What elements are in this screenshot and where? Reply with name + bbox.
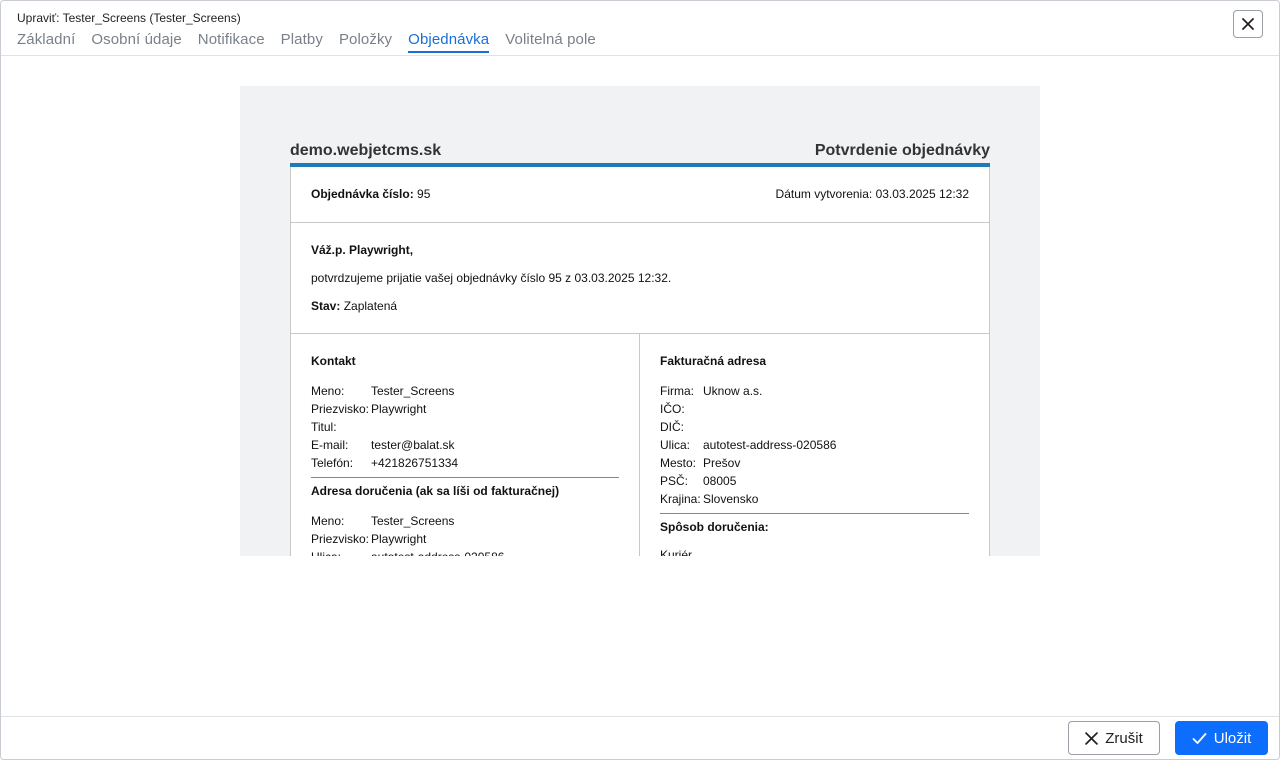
- field-value: Tester_Screens: [371, 384, 455, 398]
- tab-objednavka[interactable]: Objednávka: [408, 31, 490, 53]
- tab-osobni-udaje[interactable]: Osobní údaje: [91, 31, 181, 53]
- address-columns: Kontakt Meno: Tester_Screens Priezvisko: P…: [291, 334, 989, 556]
- billing-row: Firma: Uknow a.s.: [660, 382, 969, 400]
- field-value: Playwright: [371, 532, 427, 546]
- order-number-value: 95: [417, 187, 431, 201]
- billing-row: IČO:: [660, 400, 969, 418]
- confirmation-text: potvrdzujeme prijatie vašej objednávky č…: [311, 271, 672, 285]
- field-label: Krajina:: [660, 492, 701, 506]
- tab-notifikace[interactable]: Notifikace: [198, 31, 265, 53]
- field-label: Meno:: [311, 384, 345, 398]
- field-label: Priezvisko:: [311, 402, 370, 416]
- dialog-header: Upraviť: Tester_Screens (Tester_Screens)…: [1, 1, 1279, 56]
- dialog-title: Upraviť: Tester_Screens (Tester_Screens): [17, 11, 241, 25]
- field-label: E-mail:: [311, 438, 349, 452]
- tab-bar: Základní Osobní údaje Notifikace Platby …: [17, 31, 596, 53]
- field-value: autotest-address-020586: [703, 438, 837, 452]
- close-icon: [1242, 18, 1254, 30]
- field-label: DIČ:: [660, 420, 684, 434]
- document-heading: Potvrdenie objednávky: [814, 142, 990, 159]
- tab-volitelna-pole[interactable]: Volitelná pole: [505, 31, 596, 53]
- save-button[interactable]: Uložit: [1175, 721, 1268, 755]
- shipping-method: Kuriér: [660, 548, 693, 556]
- field-label: Firma:: [660, 384, 694, 398]
- delivery-row: Ulica:autotest-address-020586: [311, 548, 619, 556]
- order-info-row: Objednávka číslo: 95 Dátum vytvorenia: 0…: [291, 167, 989, 223]
- x-icon: [1085, 731, 1099, 745]
- document-header: demo.webjetcms.sk Potvrdenie objednávky: [290, 136, 990, 167]
- order-card: Objednávka číslo: 95 Dátum vytvorenia: 0…: [290, 167, 990, 556]
- field-value: autotest-address-020586: [371, 548, 504, 556]
- field-label: Telefón:: [311, 456, 354, 470]
- billing-row: DIČ:: [660, 418, 969, 436]
- delivery-row: Meno: Tester_Screens: [311, 512, 619, 530]
- greeting-section: Váž.p. Playwright, potvrdzujeme prijatie…: [291, 223, 989, 334]
- status-label: Stav:: [311, 299, 341, 313]
- status-value: Zaplatená: [343, 299, 398, 313]
- delivery-address-title: Adresa doručenia (ak sa líši od fakturač…: [311, 484, 560, 498]
- billing-title: Fakturačná adresa: [660, 354, 767, 368]
- created-date-label: Dátum vytvorenia:: [775, 187, 873, 201]
- order-number: Objednávka číslo: 95: [311, 187, 430, 202]
- dialog-footer: Zrušit Uložit: [1, 716, 1279, 759]
- field-label: Ulica:: [660, 438, 691, 452]
- save-label: Uložit: [1213, 729, 1252, 747]
- edit-dialog: Upraviť: Tester_Screens (Tester_Screens)…: [0, 0, 1280, 760]
- contact-row: Telefón: +421826751334: [311, 454, 619, 472]
- billing-row: Krajina: Slovensko: [660, 490, 969, 508]
- site-brand: demo.webjetcms.sk: [290, 142, 442, 159]
- contact-row: E-mail: tester@balat.sk: [311, 436, 619, 454]
- tab-platby[interactable]: Platby: [281, 31, 323, 53]
- cancel-button[interactable]: Zrušit: [1068, 721, 1160, 755]
- billing-row: Mesto: Prešov: [660, 454, 969, 472]
- contact-row: Titul:: [311, 418, 619, 436]
- contact-title: Kontakt: [311, 354, 356, 368]
- field-value: +421826751334: [371, 456, 459, 470]
- tab-zakladni[interactable]: Základní: [17, 31, 75, 53]
- tab-polozky[interactable]: Položky: [339, 31, 392, 53]
- billing-row: Ulica: autotest-address-020586: [660, 436, 969, 454]
- contact-row: Meno: Tester_Screens: [311, 382, 619, 400]
- order-status: Stav: Zaplatená: [311, 299, 969, 313]
- field-label: Meno:: [311, 514, 345, 528]
- field-value: Tester_Screens: [371, 514, 455, 528]
- delivery-row: Priezvisko: Playwright: [311, 530, 619, 548]
- close-button[interactable]: [1233, 10, 1263, 38]
- field-value: Uknow a.s.: [703, 384, 763, 398]
- order-document: demo.webjetcms.sk Potvrdenie objednávky …: [290, 136, 990, 556]
- field-value: 08005: [703, 474, 737, 488]
- cancel-label: Zrušit: [1105, 729, 1143, 747]
- created-date-value: 03.03.2025 12:32: [875, 187, 969, 201]
- field-label: Priezvisko:: [311, 532, 370, 546]
- order-email-preview[interactable]: demo.webjetcms.sk Potvrdenie objednávky …: [240, 86, 1040, 556]
- billing-row: PSČ: 08005: [660, 472, 969, 490]
- dialog-content: demo.webjetcms.sk Potvrdenie objednávky …: [1, 56, 1279, 717]
- check-icon: [1192, 732, 1207, 744]
- billing-column: Fakturačná adresa Firma: Uknow a.s. IČO: …: [640, 334, 989, 556]
- shipping-title: Spôsob doručenia:: [660, 520, 769, 534]
- field-value: tester@balat.sk: [371, 438, 455, 452]
- field-label: Mesto:: [660, 456, 697, 470]
- field-label: IČO:: [660, 402, 685, 416]
- field-value: Prešov: [703, 456, 741, 470]
- field-value: Slovensko: [703, 492, 759, 506]
- greeting: Váž.p. Playwright,: [311, 243, 414, 257]
- divider: [311, 477, 619, 478]
- divider: [660, 513, 969, 514]
- field-label: Titul:: [311, 420, 337, 434]
- order-number-label: Objednávka číslo:: [311, 187, 414, 201]
- contact-column: Kontakt Meno: Tester_Screens Priezvisko: P…: [291, 334, 640, 556]
- field-value: Playwright: [371, 402, 427, 416]
- created-date: Dátum vytvorenia: 03.03.2025 12:32: [776, 187, 969, 202]
- field-label: Ulica:: [311, 548, 371, 556]
- contact-row: Priezvisko: Playwright: [311, 400, 619, 418]
- field-label: PSČ:: [660, 474, 689, 488]
